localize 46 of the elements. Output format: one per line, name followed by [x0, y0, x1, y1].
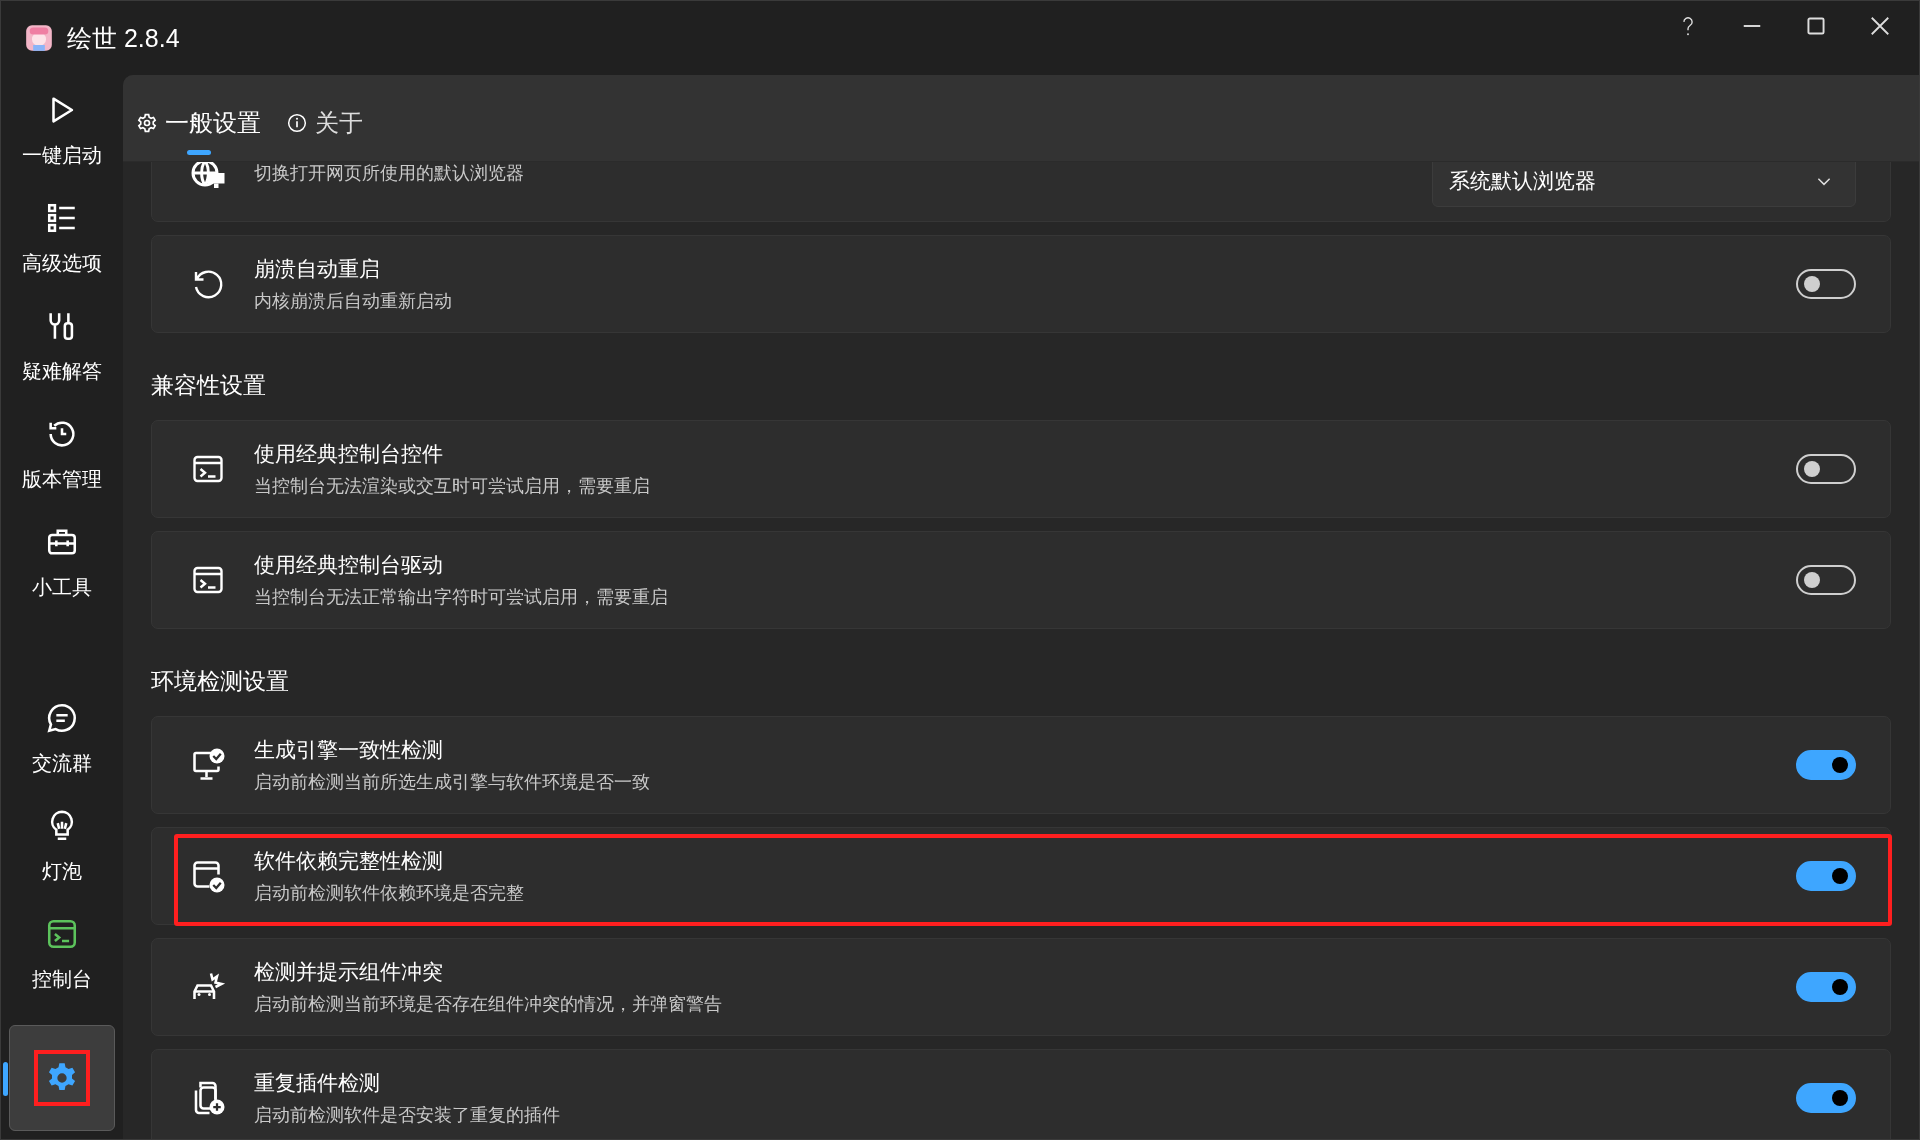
setting-title: 软件依赖完整性检测 — [254, 848, 444, 874]
tab[interactable]: 关于 — [287, 89, 363, 157]
app-logo-icon — [25, 24, 53, 52]
sidebar-item[interactable]: 疑难解答 — [7, 309, 117, 417]
toggle-switch[interactable] — [1796, 861, 1856, 891]
toggle-switch[interactable] — [1796, 972, 1856, 1002]
tab[interactable]: 一般设置 — [137, 89, 261, 157]
toggle-switch[interactable] — [1796, 454, 1856, 484]
settings-icon — [137, 113, 157, 133]
setting-description: 切换打开网页所使用的默认浏览器 — [254, 162, 525, 185]
setting-description: 当控制台无法正常输出字符时可尝试启用，需要重启 — [254, 586, 669, 609]
setting-description: 内核崩溃后自动重新启动 — [254, 290, 453, 313]
sidebar-item[interactable]: 小工具 — [7, 525, 117, 633]
setting-title: 重复插件检测 — [254, 1070, 381, 1096]
sidebar-item[interactable]: 版本管理 — [7, 417, 117, 525]
sidebar-item[interactable]: 一键启动 — [7, 93, 117, 201]
maximize-icon[interactable] — [1805, 15, 1827, 37]
section-heading: 环境检测设置 — [151, 667, 290, 696]
setting-title: 生成引擎一致性检测 — [254, 737, 444, 763]
close-icon[interactable] — [1869, 15, 1891, 37]
globe-icon — [190, 162, 226, 191]
sidebar-item[interactable]: 高级选项 — [7, 201, 117, 309]
setting-description: 当控制台无法渲染或交互时可尝试启用，需要重启 — [254, 475, 651, 498]
setting-description: 启动前检测软件是否安装了重复的插件 — [254, 1104, 561, 1127]
window-check-icon — [190, 858, 226, 894]
window-title: 绘世 2.8.4 — [67, 22, 180, 54]
monitor-check-icon — [190, 747, 226, 783]
setting-title: 使用经典控制台驱动 — [254, 552, 444, 578]
toggle-switch[interactable] — [1796, 750, 1856, 780]
setting-title: 崩溃自动重启 — [254, 256, 381, 282]
toggle-switch[interactable] — [1796, 1083, 1856, 1113]
setting-title: 使用经典控制台控件 — [254, 441, 444, 467]
setting-title: 检测并提示组件冲突 — [254, 959, 444, 985]
toggle-switch[interactable] — [1796, 269, 1856, 299]
setting-description: 启动前检测当前环境是否存在组件冲突的情况，并弹窗警告 — [254, 993, 723, 1016]
sidebar-item[interactable]: 控制台 — [7, 917, 117, 1025]
selection-indicator — [3, 1062, 8, 1096]
sidebar-item[interactable]: 交流群 — [7, 701, 117, 809]
info-icon — [287, 113, 307, 133]
browser-dropdown[interactable]: 系统默认浏览器 — [1432, 162, 1856, 207]
toggle-switch[interactable] — [1796, 565, 1856, 595]
tab-underline — [187, 149, 211, 155]
section-heading: 兼容性设置 — [151, 371, 267, 400]
setting-description: 启动前检测当前所选生成引擎与软件环境是否一致 — [254, 771, 651, 794]
sidebar-item[interactable]: 灯泡 — [7, 809, 117, 917]
setting-description: 启动前检测软件依赖环境是否完整 — [254, 882, 525, 905]
